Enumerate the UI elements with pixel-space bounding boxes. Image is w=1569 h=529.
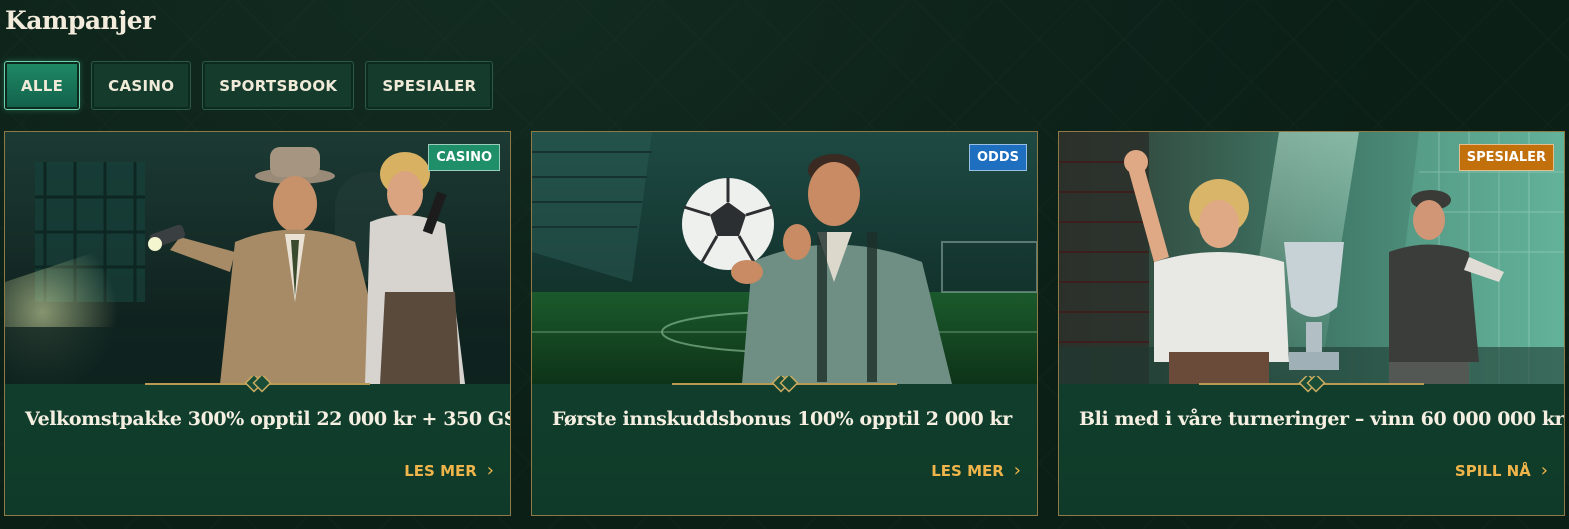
promo-title: Velkomstpakke 300% opptil 22 000 kr + 35… [25,408,511,430]
diamond-ornament-icon [672,376,897,393]
play-now-link[interactable]: SPILL NÅ › [1454,460,1548,481]
filter-specials-button[interactable]: SPESIALER [365,61,494,110]
chevron-right-icon: › [1013,460,1021,481]
filter-tabs: ALLE CASINO SPORTSBOOK SPESIALER [4,61,494,110]
trophy-illustration: SPESIALER [1059,132,1564,384]
promo-title: Første innskuddsbonus 100% opptil 2 000 … [552,408,1012,430]
football-illustration: ODDS [532,132,1037,384]
cta-label: LES MER [404,462,477,480]
category-badge: ODDS [969,144,1027,171]
category-badge: CASINO [428,144,500,171]
diamond-ornament-icon [145,376,370,393]
filter-all-button[interactable]: ALLE [4,61,81,110]
promotion-cards: CASINO Velkomstpakke 300% opptil 22 000 … [4,131,1565,516]
read-more-link[interactable]: LES MER › [931,460,1021,481]
chevron-right-icon: › [486,460,494,481]
filter-sportsbook-button[interactable]: SPORTSBOOK [202,61,355,110]
filter-casino-button[interactable]: CASINO [91,61,192,110]
promo-card-specials[interactable]: SPESIALER Bli med i våre turneringer – v… [1058,131,1565,516]
category-badge: SPESIALER [1458,144,1554,171]
promo-title: Bli med i våre turneringer – vinn 60 000… [1079,408,1565,430]
cta-label: LES MER [931,462,1004,480]
chevron-right-icon: › [1540,460,1548,481]
cta-label: SPILL NÅ [1454,462,1531,480]
detective-illustration: CASINO [5,132,510,384]
promo-card-odds[interactable]: ODDS Første innskuddsbonus 100% opptil 2… [531,131,1038,516]
diamond-ornament-icon [1199,376,1424,393]
read-more-link[interactable]: LES MER › [404,460,494,481]
promo-card-casino[interactable]: CASINO Velkomstpakke 300% opptil 22 000 … [4,131,511,516]
page-title: Kampanjer [5,6,155,35]
